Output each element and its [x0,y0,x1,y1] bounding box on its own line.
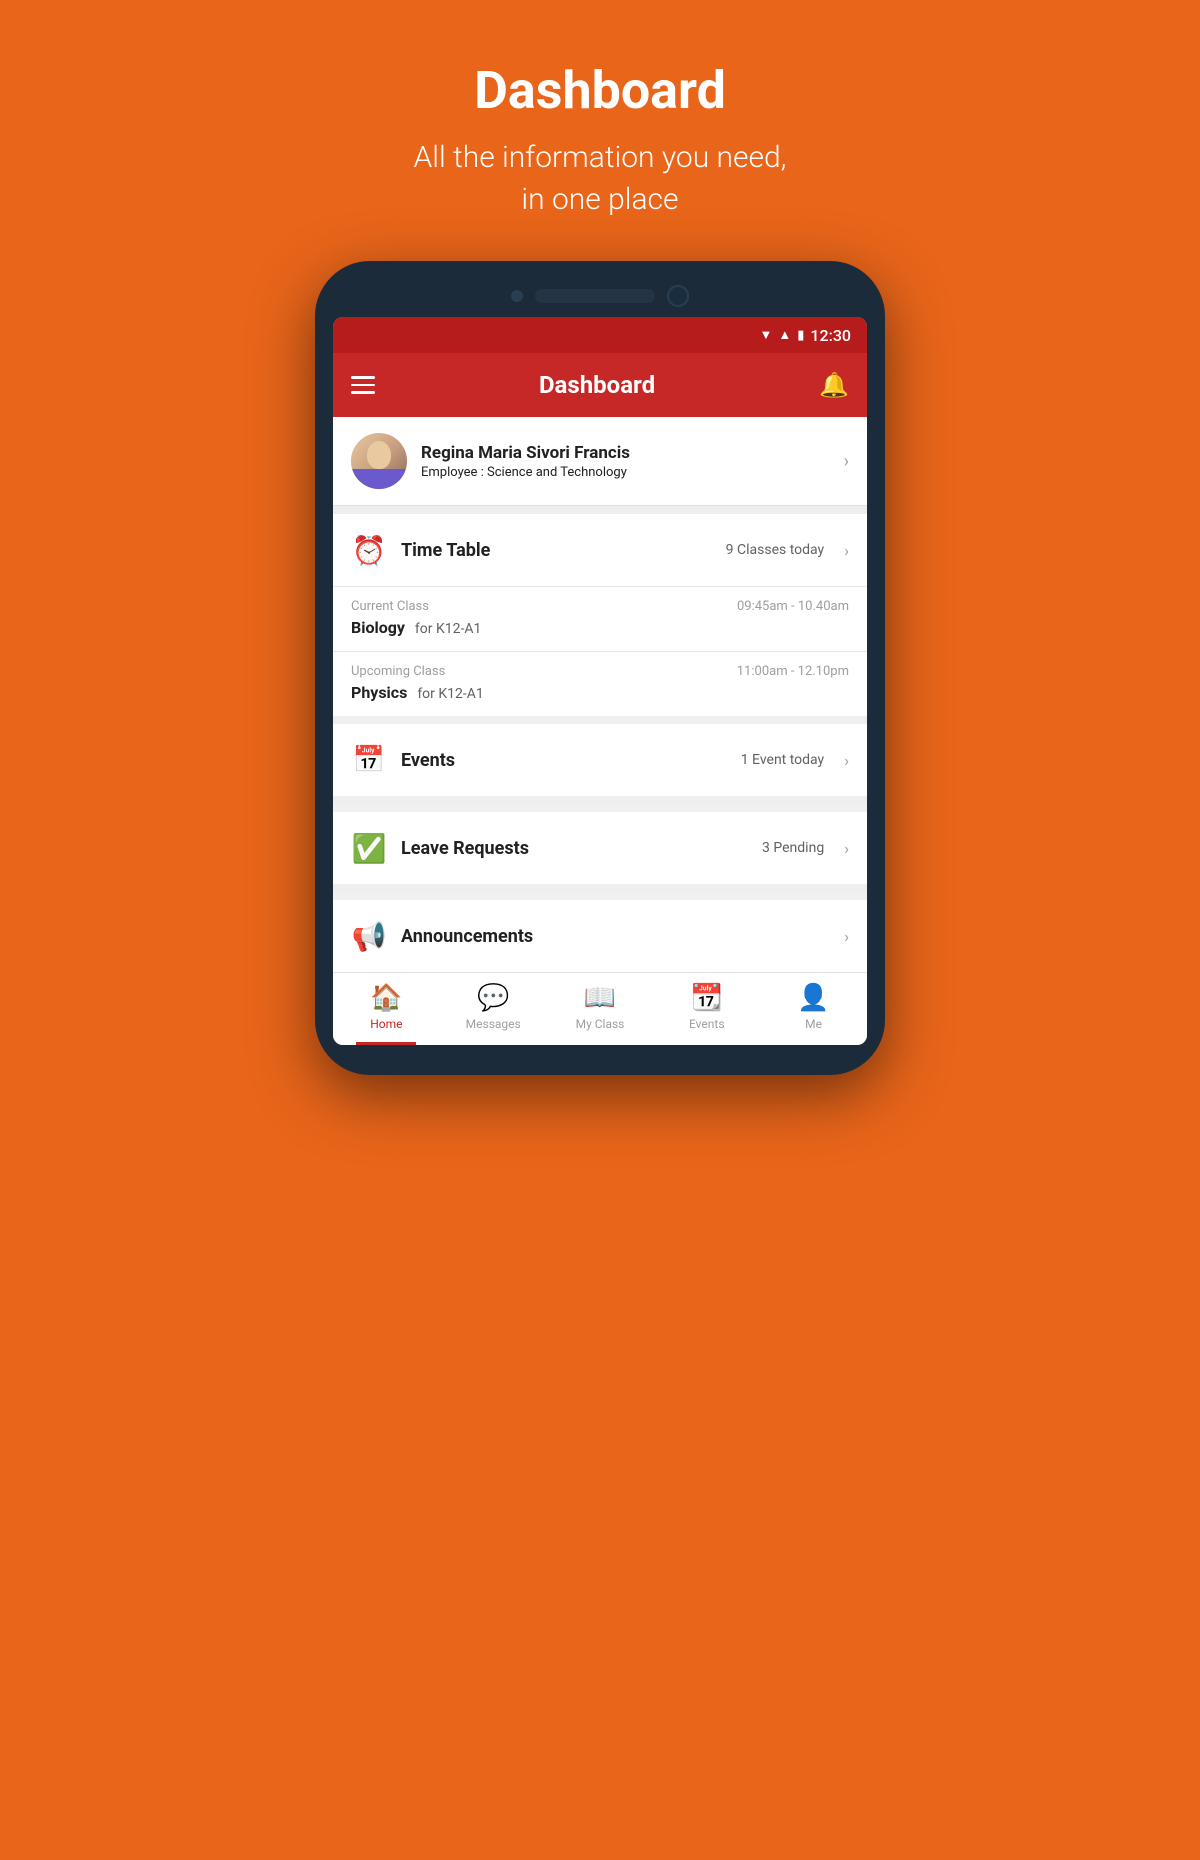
events-header[interactable]: 📅 Events 1 Event today › [333,724,867,796]
nav-label-events: Events [689,1017,725,1031]
leave-requests-header[interactable]: ✅ Leave Requests 3 Pending › [333,812,867,884]
upcoming-class-subject: Physics [351,683,407,702]
me-icon: 👤 [797,983,829,1013]
battery-icon: ▮ [797,328,804,343]
home-icon: 🏠 [370,983,402,1013]
phone-dot-left [511,290,523,302]
leave-requests-title: Leave Requests [401,838,748,859]
profile-chevron-icon: › [844,451,849,472]
events-card: 📅 Events 1 Event today › [333,724,867,796]
upcoming-class-meta: Upcoming Class 11:00am - 12.10pm [351,664,849,679]
current-class-name: Biology for K12-A1 [351,618,849,637]
current-class-label: Current Class [351,599,429,614]
leave-requests-chevron-icon: › [844,839,849,858]
app-bar: Dashboard 🔔 [333,353,867,417]
profile-info: Regina Maria Sivori Francis Employee : S… [421,443,830,480]
announcements-chevron-icon: › [844,927,849,946]
nav-label-home: Home [370,1017,402,1031]
announcements-card: 📢 Announcements › [333,900,867,972]
nav-label-myclass: My Class [576,1017,625,1031]
events-chevron-icon: › [844,751,849,770]
wifi-icon: ▼ [760,327,773,343]
status-time: 12:30 [810,326,851,345]
clock-icon: ⏰ [351,532,387,568]
avatar [351,433,407,489]
nav-label-me: Me [805,1017,822,1031]
current-class-meta: Current Class 09:45am - 10.40am [351,599,849,614]
gap-2 [333,716,867,724]
phone-shell: ▼ ▲ ▮ 12:30 Dashboard 🔔 Regina Maria Siv… [315,261,885,1075]
status-icons: ▼ ▲ ▮ 12:30 [760,326,852,345]
timetable-header[interactable]: ⏰ Time Table 9 Classes today › [333,514,867,586]
checkboard-icon: ✅ [351,830,387,866]
upcoming-class-name: Physics for K12-A1 [351,683,849,702]
current-class-time: 09:45am - 10.40am [737,599,849,614]
gap-1 [333,506,867,514]
events-badge: 1 Event today [741,752,824,768]
upcoming-class-label: Upcoming Class [351,664,445,679]
profile-card[interactable]: Regina Maria Sivori Francis Employee : S… [333,417,867,506]
leave-requests-badge: 3 Pending [762,840,824,856]
timetable-title: Time Table [401,540,712,561]
phone-camera [667,285,689,307]
nav-item-messages[interactable]: 💬 Messages [463,983,523,1031]
signal-icon: ▲ [778,327,791,343]
leave-requests-card: ✅ Leave Requests 3 Pending › [333,812,867,884]
upcoming-class-item[interactable]: Upcoming Class 11:00am - 12.10pm Physics… [333,651,867,716]
phone-speaker [535,289,655,303]
timetable-card: ⏰ Time Table 9 Classes today › Current C… [333,514,867,716]
myclass-icon: 📖 [584,983,616,1013]
current-class-item[interactable]: Current Class 09:45am - 10.40am Biology … [333,586,867,651]
announcements-title: Announcements [401,926,830,947]
profile-role: Employee : Science and Technology [421,465,830,480]
nav-item-events[interactable]: 📆 Events [677,983,737,1031]
page-subtitle: All the information you need, in one pla… [414,137,787,221]
timetable-chevron-icon: › [844,541,849,560]
profile-department: Science and Technology [487,465,627,480]
status-bar: ▼ ▲ ▮ 12:30 [333,317,867,353]
nav-item-home[interactable]: 🏠 Home [356,983,416,1031]
nav-label-messages: Messages [466,1017,521,1031]
announcements-header[interactable]: 📢 Announcements › [333,900,867,972]
phone-top-bar [333,285,867,307]
current-class-group: for K12-A1 [415,621,481,637]
avatar-image [351,433,407,489]
nav-item-myclass[interactable]: 📖 My Class [570,983,630,1031]
messages-icon: 💬 [477,983,509,1013]
events-title: Events [401,750,727,771]
bell-icon[interactable]: 🔔 [819,371,849,399]
upcoming-class-group: for K12-A1 [417,686,483,702]
upcoming-class-time: 11:00am - 12.10pm [737,664,849,679]
page-title: Dashboard [414,60,787,121]
speaker-icon: 📢 [351,918,387,954]
events-nav-icon: 📆 [691,983,723,1013]
phone-screen: ▼ ▲ ▮ 12:30 Dashboard 🔔 Regina Maria Siv… [333,317,867,1045]
gap-3 [333,796,867,804]
nav-item-me[interactable]: 👤 Me [784,983,844,1031]
page-header: Dashboard All the information you need, … [414,0,787,261]
bottom-nav: 🏠 Home 💬 Messages 📖 My Class 📆 Events 👤 … [333,972,867,1045]
hamburger-menu[interactable] [351,376,375,394]
app-bar-title: Dashboard [539,371,655,399]
profile-name: Regina Maria Sivori Francis [421,443,830,463]
gap-4 [333,884,867,892]
timetable-badge: 9 Classes today [726,542,825,558]
calendar-icon: 📅 [351,742,387,778]
current-class-subject: Biology [351,618,405,637]
